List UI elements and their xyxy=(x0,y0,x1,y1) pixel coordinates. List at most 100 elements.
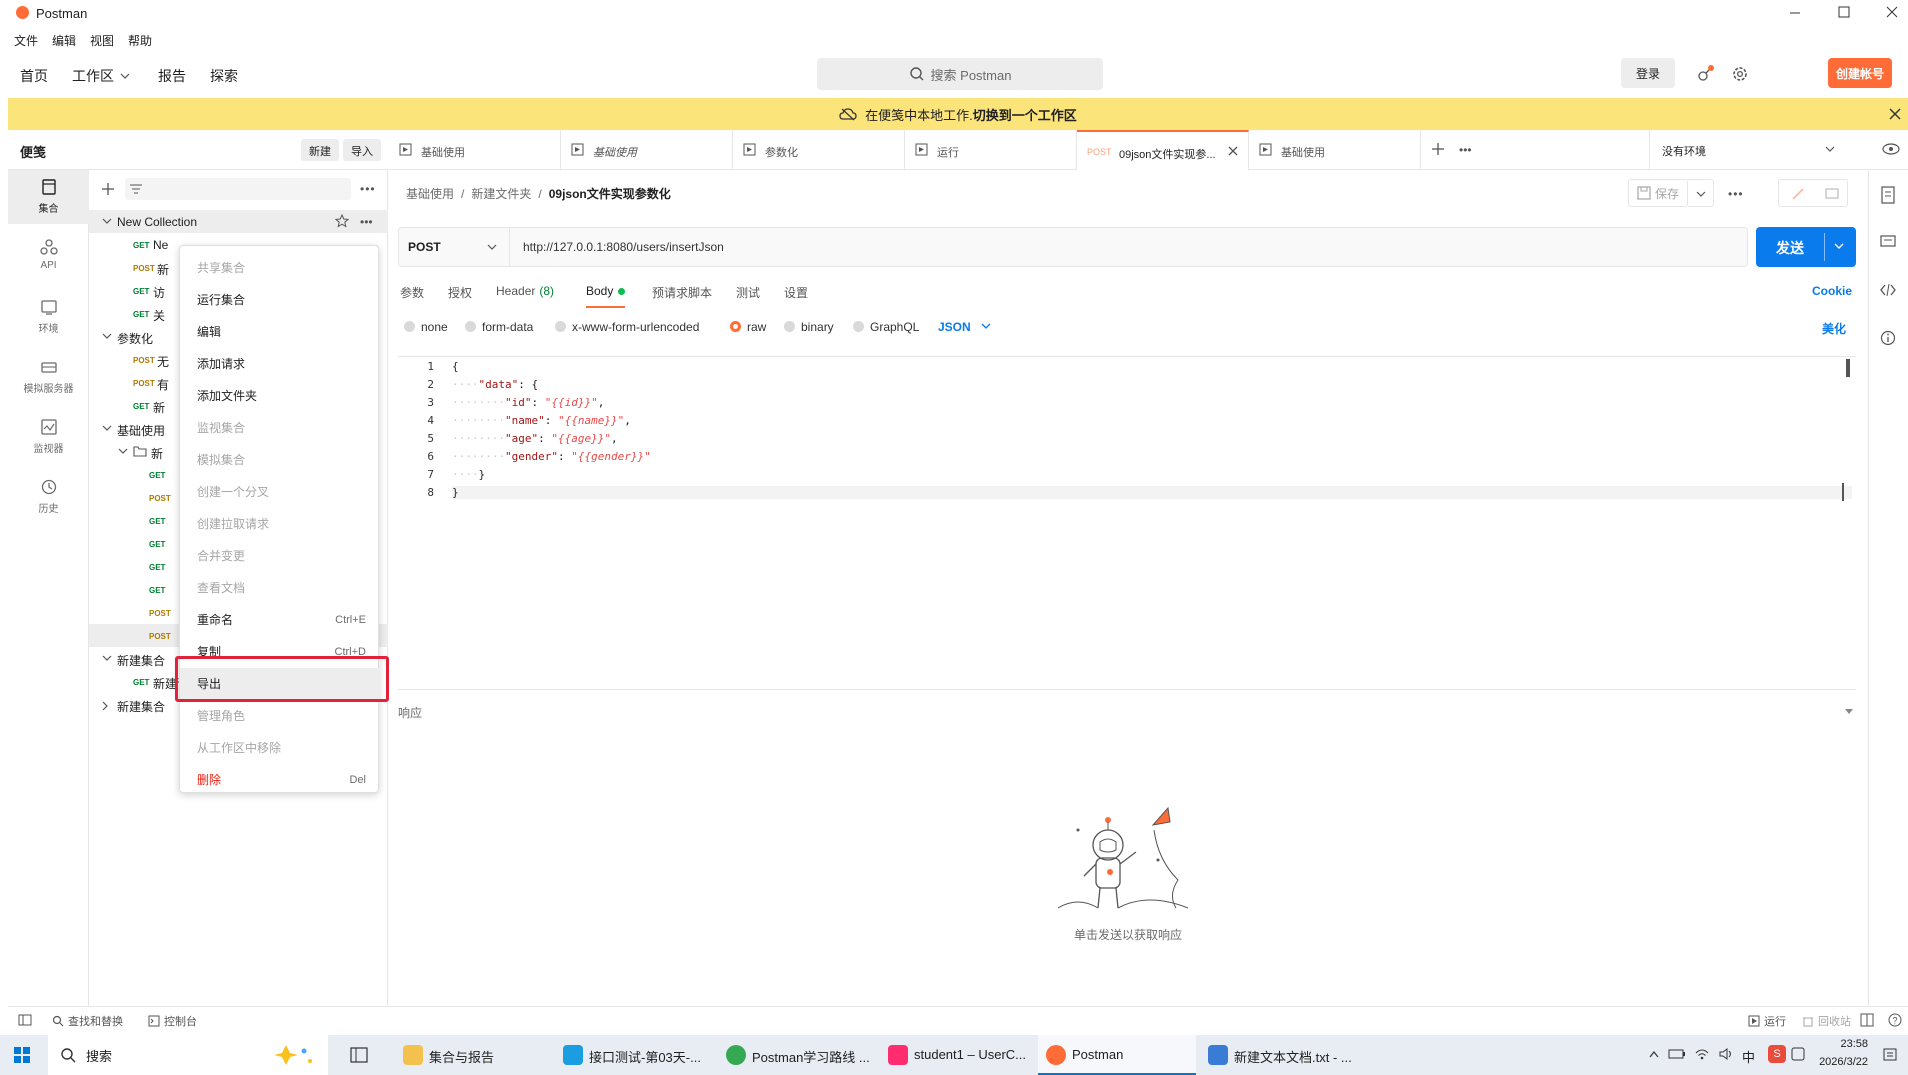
save-dropdown[interactable] xyxy=(1688,179,1714,207)
pencil-icon[interactable] xyxy=(1791,187,1805,201)
body-type-binary[interactable]: binary xyxy=(784,320,834,334)
context-menu-item[interactable]: 编辑 xyxy=(180,316,380,348)
chevron-down-icon[interactable] xyxy=(1832,241,1846,253)
taskbar-app[interactable]: student1 – UserC... xyxy=(880,1035,1032,1075)
chevron-down-icon[interactable] xyxy=(1844,708,1854,716)
nav-home[interactable]: 首页 xyxy=(20,66,48,86)
send-button[interactable]: 发送 xyxy=(1756,227,1856,267)
body-type-graphql[interactable]: GraphQL xyxy=(853,320,919,334)
tab-settings[interactable]: 设置 xyxy=(784,284,808,301)
help-icon[interactable]: ? xyxy=(1888,1013,1902,1027)
tabs-more-icon[interactable]: ••• xyxy=(1459,143,1472,157)
nav-reports[interactable]: 报告 xyxy=(158,66,186,86)
settings-gear-icon[interactable] xyxy=(1730,64,1750,84)
volume-icon[interactable] xyxy=(1718,1047,1734,1061)
layout-icon[interactable] xyxy=(1860,1013,1874,1027)
context-menu-item[interactable]: 添加请求 xyxy=(180,348,380,380)
nav-workspace[interactable]: 工作区 xyxy=(72,66,132,86)
notification-icon[interactable] xyxy=(1882,1047,1898,1063)
tray-chevron-icon[interactable] xyxy=(1648,1049,1660,1059)
tree-filter-input[interactable] xyxy=(125,178,351,200)
console-button[interactable]: 控制台 xyxy=(148,1013,197,1029)
cookie-link[interactable]: Cookie xyxy=(1812,284,1852,298)
taskbar-search-box[interactable]: 搜索 xyxy=(48,1035,328,1075)
chevron-down-icon[interactable] xyxy=(101,654,113,664)
save-button[interactable]: 保存 xyxy=(1628,179,1688,207)
create-account-button[interactable]: 创建帐号 xyxy=(1828,58,1892,88)
menu-file[interactable]: 文件 xyxy=(14,32,38,49)
wifi-icon[interactable] xyxy=(1694,1047,1710,1061)
tab-auth[interactable]: 授权 xyxy=(448,284,472,301)
menu-view[interactable]: 视图 xyxy=(90,32,114,49)
plus-icon[interactable] xyxy=(101,182,115,196)
clock-date[interactable]: 2026/3/22 xyxy=(1808,1056,1868,1068)
body-type-form-data[interactable]: form-data xyxy=(465,320,533,334)
tray-extra-icon[interactable] xyxy=(1790,1045,1806,1063)
body-code-editor[interactable]: 1 2 3 4 5 6 7 8 { ····"data": { ········"id": "… xyxy=(398,356,1856,690)
taskbar-app[interactable]: 新建文本文档.txt - ... xyxy=(1200,1035,1362,1075)
tree-folder-item[interactable]: New Collection ••• xyxy=(89,210,388,233)
tab-close-icon[interactable] xyxy=(1227,145,1239,157)
new-tab-plus-icon[interactable] xyxy=(1431,142,1445,156)
environment-select[interactable]: 没有环境 xyxy=(1649,130,1849,170)
star-icon[interactable] xyxy=(335,214,349,228)
tab-headers[interactable]: Header (8) xyxy=(496,284,554,298)
beautify-link[interactable]: 美化 xyxy=(1822,320,1846,337)
windows-start-icon[interactable] xyxy=(14,1047,30,1063)
collection-more-icon[interactable]: ••• xyxy=(360,215,373,229)
find-replace-button[interactable]: 查找和替换 xyxy=(52,1013,123,1029)
context-menu-item[interactable]: 删除 Del xyxy=(180,764,380,796)
eye-icon[interactable] xyxy=(1882,142,1900,156)
task-view-icon[interactable] xyxy=(350,1047,368,1063)
info-icon[interactable] xyxy=(1880,330,1896,346)
comment-icon[interactable] xyxy=(1825,187,1839,201)
tab-params[interactable]: 参数 xyxy=(400,284,424,301)
menu-edit[interactable]: 编辑 xyxy=(52,32,76,49)
rail-collections[interactable]: 集合 xyxy=(8,170,89,224)
context-menu-item[interactable]: 运行集合 xyxy=(180,284,380,316)
chevron-down-icon[interactable] xyxy=(117,447,129,457)
code-snippet-icon[interactable] xyxy=(1880,282,1896,298)
more-options-icon[interactable]: ••• xyxy=(360,182,376,196)
menu-help[interactable]: 帮助 xyxy=(128,32,152,49)
breadcrumb-collection[interactable]: 基础使用 xyxy=(406,185,454,202)
taskbar-app[interactable]: Postman xyxy=(1038,1035,1196,1075)
rail-monitors[interactable]: 监视器 xyxy=(8,410,89,464)
login-button[interactable]: 登录 xyxy=(1621,58,1675,88)
clock-time[interactable]: 23:58 xyxy=(1812,1038,1868,1050)
trash-button[interactable]: 回收站 xyxy=(1802,1013,1851,1029)
global-search-input[interactable]: 搜索 Postman xyxy=(817,58,1103,90)
sogou-ime-icon[interactable]: S xyxy=(1768,1045,1786,1063)
ime-indicator[interactable]: 中 xyxy=(1742,1047,1755,1066)
documentation-icon[interactable] xyxy=(1880,186,1896,204)
import-button[interactable]: 导入 xyxy=(343,139,381,161)
toggle-sidebar-icon[interactable] xyxy=(18,1014,32,1026)
maximize-icon[interactable] xyxy=(1835,4,1853,20)
body-format-select[interactable]: JSON xyxy=(938,320,993,334)
body-type-urlencoded[interactable]: x-www-form-urlencoded xyxy=(555,320,699,334)
runner-button[interactable]: 运行 xyxy=(1748,1013,1786,1029)
request-more-icon[interactable]: ••• xyxy=(1728,187,1744,201)
banner-close-icon[interactable] xyxy=(1888,107,1902,121)
new-button[interactable]: 新建 xyxy=(301,139,339,161)
context-menu-item[interactable]: 重命名 Ctrl+E xyxy=(180,604,380,636)
request-tab[interactable]: 基础使用 xyxy=(561,130,733,170)
breadcrumb-folder[interactable]: 新建文件夹 xyxy=(471,185,531,202)
body-type-none[interactable]: none xyxy=(404,320,448,334)
taskbar-app[interactable]: 集合与报告 xyxy=(395,1035,550,1075)
tab-pre-request-script[interactable]: 预请求脚本 xyxy=(652,284,712,301)
url-input[interactable]: http://127.0.0.1:8080/users/insertJson xyxy=(523,240,724,254)
method-select[interactable]: POST xyxy=(398,227,510,267)
window-close-icon[interactable] xyxy=(1883,4,1901,20)
editor-scrollbar[interactable] xyxy=(1846,359,1850,377)
chevron-down-icon[interactable] xyxy=(101,332,113,342)
request-tab[interactable]: 参数化 xyxy=(733,130,905,170)
rail-mock-servers[interactable]: 模拟服务器 xyxy=(8,350,89,404)
request-tab[interactable]: 基础使用 xyxy=(1249,130,1421,170)
context-menu-item[interactable]: 添加文件夹 xyxy=(180,380,380,412)
body-type-raw[interactable]: raw xyxy=(730,320,766,334)
request-tab[interactable]: 基础使用 xyxy=(389,130,561,170)
battery-icon[interactable] xyxy=(1668,1047,1686,1061)
switch-workspace-link[interactable]: 切换到一个工作区 xyxy=(973,105,1077,124)
tab-body[interactable]: Body xyxy=(586,284,626,308)
